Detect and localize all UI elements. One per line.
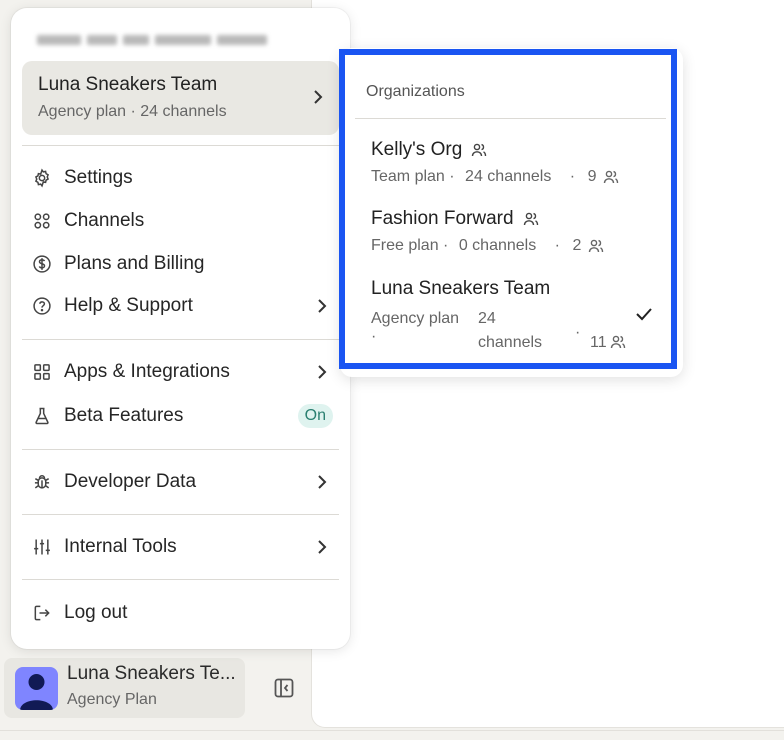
org-plan: Free plan ·: [371, 237, 449, 254]
sliders-icon: [34, 539, 50, 555]
chevron-right-icon: [318, 365, 327, 379]
menu-item-label: Developer Data: [64, 471, 197, 492]
menu-item-label: Apps & Integrations: [64, 361, 230, 382]
account-menu: Luna Sneakers Team Agency plan · 24 chan…: [11, 8, 350, 649]
current-org-subtitle: Agency plan · 24 channels: [38, 103, 227, 120]
menu-item-beta-features[interactable]: Beta Features On: [22, 397, 339, 435]
profile-name: Luna Sneakers Te...: [67, 663, 236, 684]
org-item-luna-sneakers-team[interactable]: Luna Sneakers Team Agency plan · 24 chan…: [355, 278, 666, 351]
org-separator: ·: [569, 168, 576, 185]
org-channels: 24 channels: [465, 168, 552, 185]
chevron-right-icon: [318, 540, 327, 554]
org-plan-dot: ·: [371, 328, 377, 345]
divider: [22, 145, 339, 146]
org-plan: Agency plan: [371, 310, 460, 327]
menu-item-plans-billing[interactable]: Plans and Billing: [22, 245, 339, 283]
divider: [22, 514, 339, 515]
gear-icon: [34, 168, 50, 188]
divider: [22, 339, 339, 340]
menu-item-label: Log out: [64, 602, 128, 623]
people-icon: [603, 170, 619, 183]
org-members: 2: [572, 237, 582, 254]
org-channels: 0 channels: [458, 237, 537, 254]
chevron-right-icon: [318, 299, 327, 313]
organizations-title: Organizations: [366, 83, 465, 100]
org-item-fashion-forward[interactable]: Fashion Forward Free plan · 0 channels ·…: [355, 208, 666, 264]
org-name: Kelly's Org: [371, 139, 463, 160]
apps-icon: [34, 364, 50, 380]
org-separator: ·: [554, 237, 560, 254]
people-icon: [472, 143, 487, 157]
menu-item-settings[interactable]: Settings: [22, 159, 339, 197]
menu-item-help-support[interactable]: Help & Support: [22, 287, 339, 325]
menu-item-label: Beta Features: [64, 405, 184, 426]
org-name: Luna Sneakers Team: [371, 278, 551, 299]
menu-item-label: Channels: [64, 210, 145, 231]
bug-icon: [34, 474, 50, 489]
menu-item-label: Plans and Billing: [64, 253, 205, 274]
chevron-right-icon: [318, 475, 327, 489]
menu-item-apps-integrations[interactable]: Apps & Integrations: [22, 353, 339, 391]
divider: [22, 579, 339, 580]
menu-item-log-out[interactable]: Log out: [22, 594, 339, 632]
menu-item-channels[interactable]: Channels: [22, 202, 339, 240]
menu-item-developer-data[interactable]: Developer Data: [22, 463, 339, 501]
menu-item-label: Internal Tools: [64, 536, 177, 557]
menu-item-label: Help & Support: [64, 295, 193, 316]
org-members: 9: [587, 168, 597, 185]
chevron-right-icon: [314, 90, 323, 104]
current-org-button[interactable]: Luna Sneakers Team Agency plan · 24 chan…: [22, 61, 339, 135]
org-plan: Team plan ·: [371, 168, 455, 185]
bottom-border: [0, 730, 784, 731]
avatar: [15, 667, 58, 710]
divider: [22, 449, 339, 450]
grid-circles-icon: [34, 213, 50, 229]
question-icon: [33, 297, 51, 315]
profile-plan: Agency Plan: [67, 691, 157, 708]
org-separator: ·: [575, 324, 581, 341]
profile-button[interactable]: Luna Sneakers Te... Agency Plan: [4, 658, 245, 718]
beta-status-badge: On: [297, 404, 333, 428]
org-members: 11: [590, 334, 607, 351]
people-icon: [610, 335, 626, 349]
account-email-obscured: [37, 32, 285, 48]
logout-icon: [34, 605, 50, 621]
menu-item-internal-tools[interactable]: Internal Tools: [22, 528, 339, 566]
org-name: Fashion Forward: [371, 208, 514, 229]
org-channels-label: channels: [478, 334, 543, 351]
dollar-icon: [33, 255, 51, 273]
menu-item-label: Settings: [64, 167, 133, 188]
org-item-kellys-org[interactable]: Kelly's Org Team plan · 24 channels · 9: [355, 139, 666, 195]
people-icon: [588, 239, 604, 252]
org-channels-count: 24: [478, 310, 496, 327]
checkmark-icon: [636, 308, 652, 321]
flask-icon: [35, 407, 49, 425]
organizations-popover: Organizations Kelly's Org Team plan · 24…: [340, 48, 683, 377]
divider: [355, 118, 666, 119]
sidebar-collapse-icon[interactable]: [272, 676, 296, 700]
people-icon: [523, 212, 538, 226]
current-org-name: Luna Sneakers Team: [38, 74, 218, 95]
